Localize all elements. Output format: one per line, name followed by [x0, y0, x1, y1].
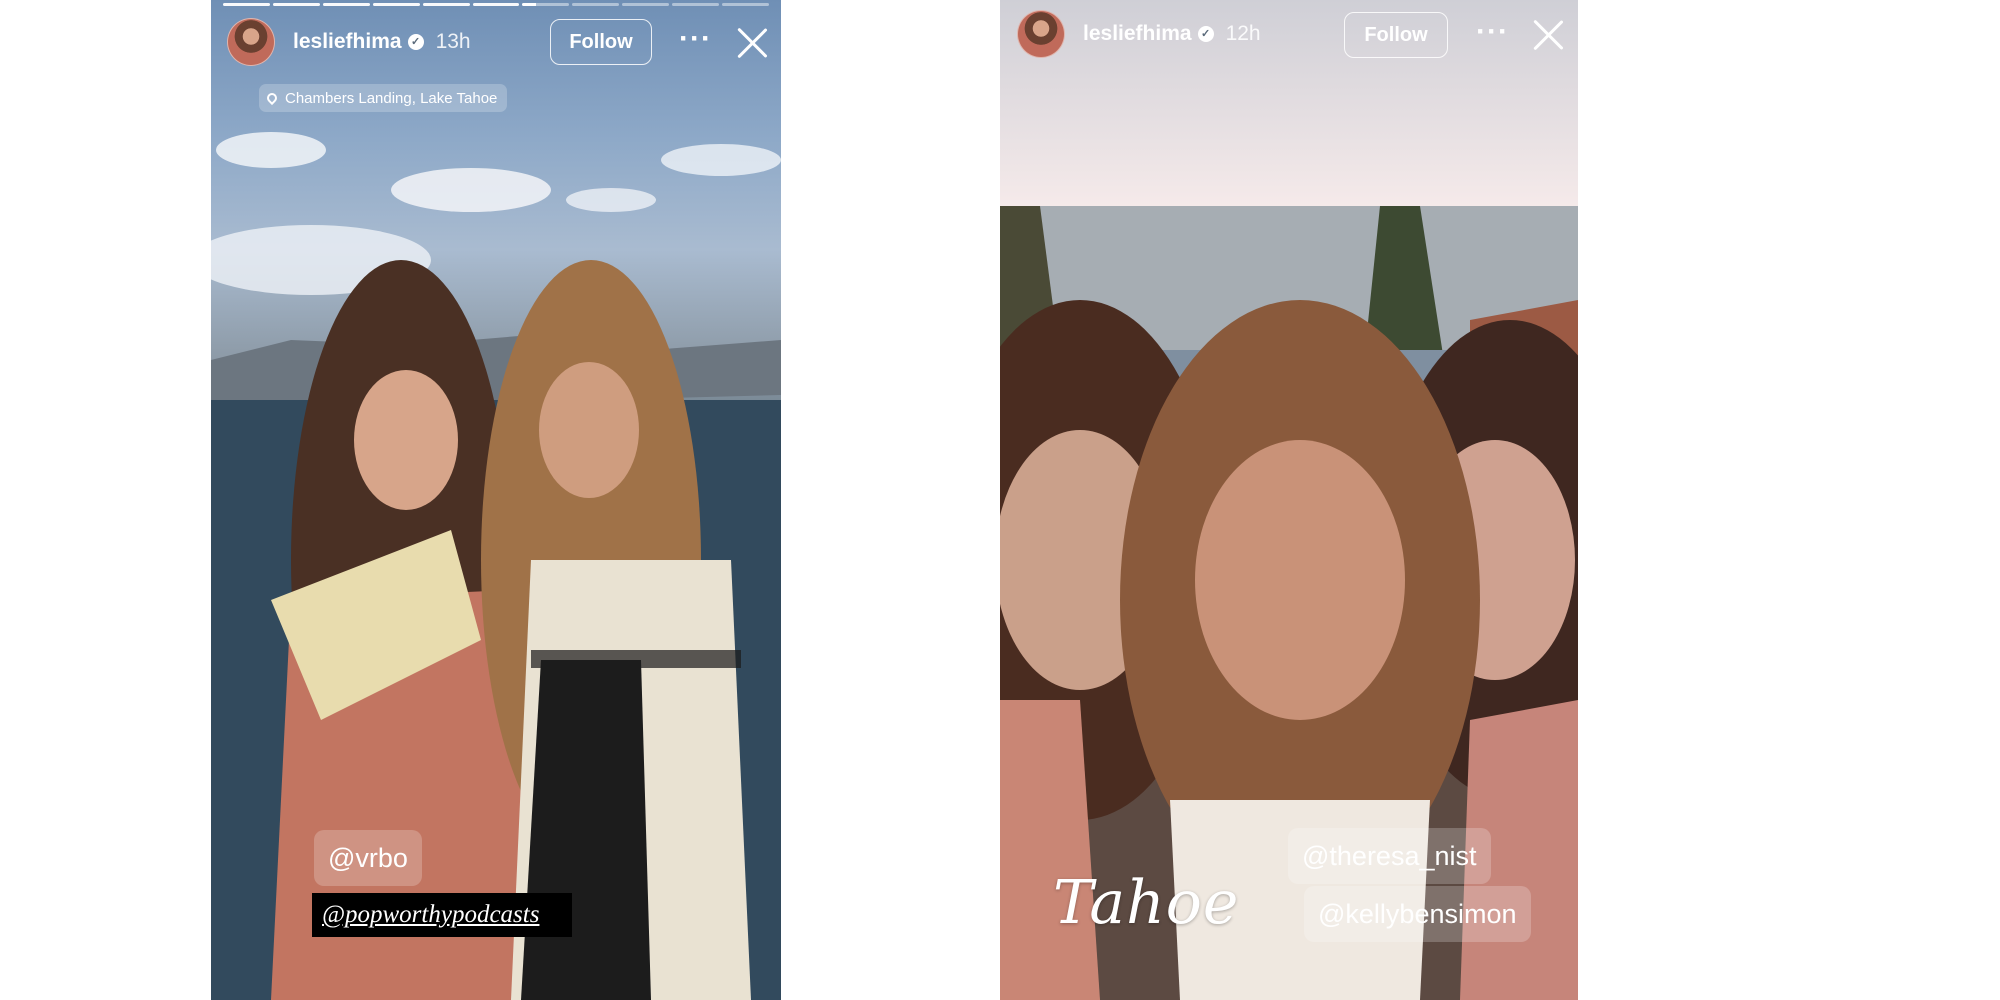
story-left[interactable]: lesliefhima ✓ 13h Follow ··· Chambers La… [211, 0, 781, 1000]
story-photo [211, 132, 781, 1000]
verified-badge-icon: ✓ [1197, 26, 1214, 42]
mention-tag-vrbo[interactable]: @vrbo [314, 830, 422, 886]
username[interactable]: lesliefhima [293, 30, 402, 54]
mention-tag-theresa-nist[interactable]: @theresa_nist [1288, 828, 1491, 884]
caption-text: Tahoe [1053, 868, 1240, 938]
more-options-icon[interactable]: ··· [679, 24, 712, 54]
follow-button[interactable]: Follow [550, 19, 652, 65]
verified-badge-icon: ✓ [407, 34, 424, 50]
username[interactable]: lesliefhima [1083, 22, 1192, 46]
mention-tag-popworthypodcasts[interactable]: @popworthypodcasts [312, 893, 572, 937]
timestamp: 12h [1225, 22, 1261, 45]
avatar[interactable] [1017, 10, 1065, 58]
close-icon[interactable] [735, 26, 769, 60]
story-progress-bar [223, 3, 769, 6]
location-label: Chambers Landing, Lake Tahoe [285, 89, 498, 107]
timestamp: 13h [435, 30, 471, 53]
mention-tag-kellybensimon[interactable]: @kellybensimon [1304, 886, 1531, 942]
close-icon[interactable] [1531, 18, 1565, 52]
more-options-icon[interactable]: ··· [1476, 17, 1509, 47]
avatar[interactable] [227, 18, 275, 66]
follow-button[interactable]: Follow [1344, 12, 1448, 58]
location-sticker[interactable]: Chambers Landing, Lake Tahoe [259, 84, 508, 112]
story-right[interactable]: lesliefhima ✓ 12h Follow ··· Tahoe @ther… [1000, 0, 1578, 1000]
location-pin-icon [264, 90, 280, 106]
